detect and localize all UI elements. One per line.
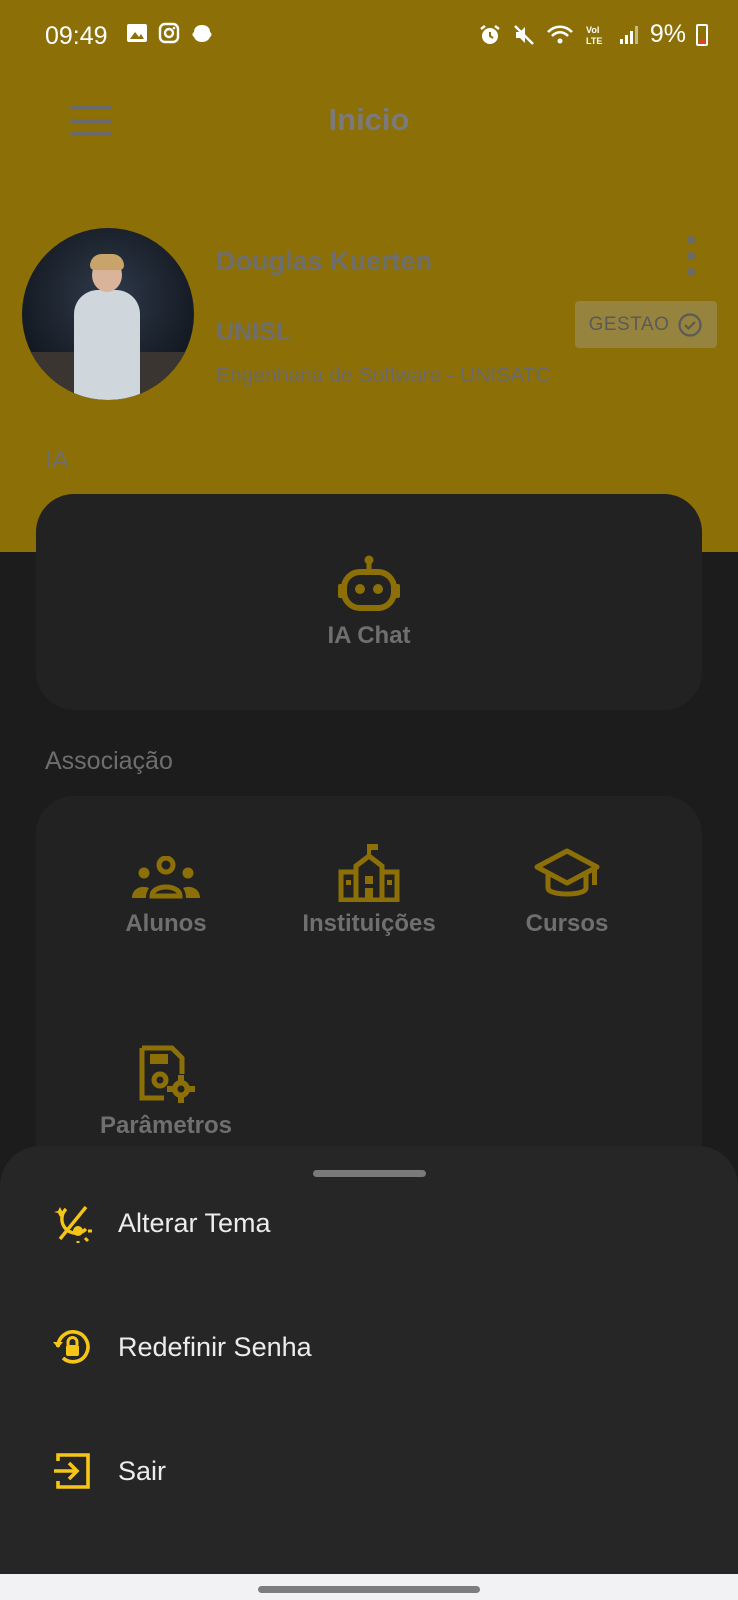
tile-label-instituicoes: Instituições	[302, 910, 436, 937]
battery-icon	[696, 23, 708, 46]
bottom-sheet: Alterar Tema Redefinir Senha Sair	[0, 1146, 738, 1574]
tile-ia-chat[interactable]: IA Chat	[36, 554, 702, 650]
tile-alunos[interactable]: Alunos	[76, 856, 256, 938]
gallery-icon	[127, 24, 147, 42]
profile-name: Douglas Kuerten	[216, 246, 433, 276]
logout-icon	[52, 1451, 92, 1491]
wifi-icon	[546, 24, 573, 43]
tile-cursos[interactable]: Cursos	[477, 848, 657, 938]
page-title: Inicio	[328, 102, 410, 137]
section-label-associacao: Associação	[45, 747, 173, 775]
app-header: Inicio	[0, 72, 738, 168]
theme-toggle-icon	[52, 1203, 92, 1243]
profile-course: Engenharia de Software - UNISATC	[216, 364, 551, 387]
mute-icon	[514, 24, 534, 45]
tile-label-cursos: Cursos	[525, 910, 609, 937]
role-chip[interactable]: GESTAO	[575, 301, 717, 348]
battery-percentage: 9%	[649, 20, 686, 48]
tile-parametros[interactable]: Parâmetros	[76, 1044, 256, 1140]
signal-icon	[619, 25, 638, 44]
profile-institution: UNISL	[216, 318, 291, 346]
svg-text:LTE: LTE	[586, 36, 602, 46]
robot-icon	[338, 555, 400, 611]
avatar	[22, 228, 194, 400]
more-options-icon[interactable]	[684, 236, 698, 276]
sheet-item-label: Sair	[118, 1455, 167, 1486]
ia-card: IA Chat	[36, 494, 702, 710]
sheet-item-sair[interactable]: Sair	[0, 1416, 738, 1526]
sheet-item-redefinir-senha[interactable]: Redefinir Senha	[0, 1292, 738, 1402]
alarm-icon	[480, 24, 500, 44]
section-label-ia: IA	[45, 446, 69, 474]
volte-icon: VoILTE	[586, 25, 602, 46]
bug-icon	[192, 25, 212, 42]
lock-reset-icon	[52, 1327, 92, 1367]
system-icons: VoI LTE 9%	[478, 20, 708, 49]
instagram-icon	[158, 22, 180, 44]
sheet-item-alterar-tema[interactable]: Alterar Tema	[0, 1168, 738, 1278]
status-time: 09:49	[45, 22, 108, 50]
notification-icons	[126, 22, 214, 44]
system-navigation-bar	[0, 1574, 738, 1600]
sheet-item-label: Redefinir Senha	[118, 1331, 312, 1362]
group-icon	[132, 856, 200, 899]
status-bar: 09:49 VoI LTE 9%	[0, 0, 738, 72]
settings-document-icon	[139, 1045, 195, 1103]
svg-text:VoI: VoI	[586, 25, 599, 35]
tile-label-ia-chat: IA Chat	[327, 622, 411, 649]
tile-label-alunos: Alunos	[125, 910, 207, 937]
check-circle-icon	[678, 312, 702, 337]
graduation-cap-icon	[534, 848, 600, 897]
tile-label-parametros: Parâmetros	[99, 1112, 233, 1139]
home-gesture-handle[interactable]	[258, 1586, 480, 1593]
role-chip-label: GESTAO	[588, 313, 670, 335]
sheet-item-label: Alterar Tema	[118, 1207, 271, 1238]
school-building-icon	[338, 844, 400, 902]
tile-instituicoes[interactable]: Instituições	[279, 844, 459, 938]
